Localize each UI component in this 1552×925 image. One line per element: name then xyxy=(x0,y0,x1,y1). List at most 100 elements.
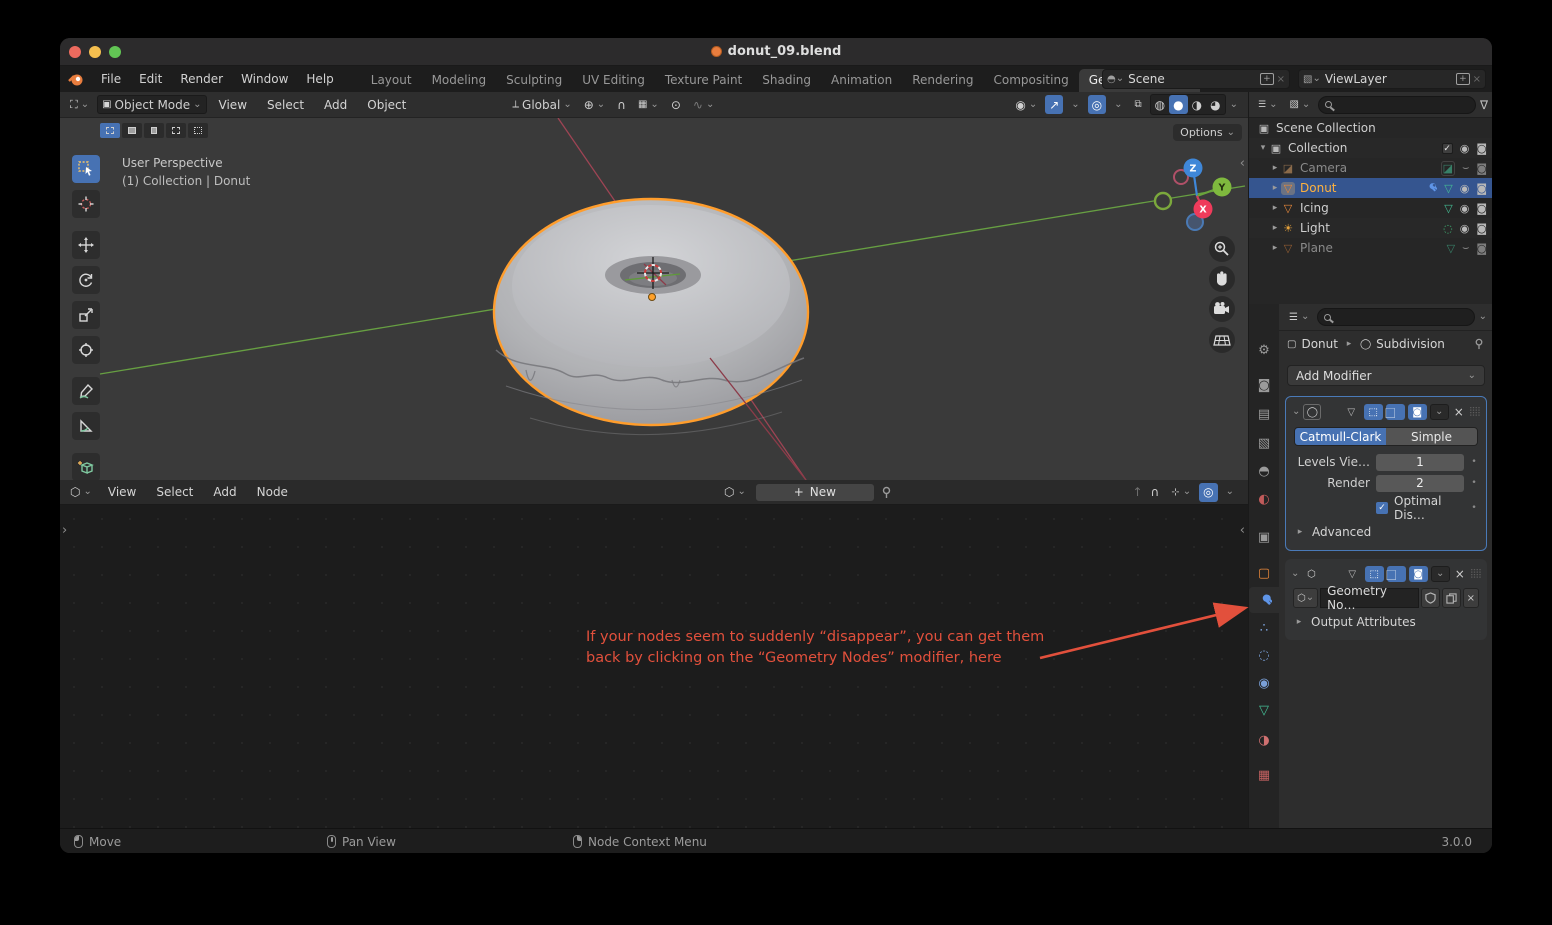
menu-render[interactable]: Render xyxy=(171,72,232,86)
filter-funnel-icon[interactable]: ∇ xyxy=(1480,98,1488,112)
tab-layout[interactable]: Layout xyxy=(361,69,422,92)
viewport-canvas[interactable]: Z Y X xyxy=(60,118,1248,480)
outliner-row-plane[interactable]: ▸ ▽ Plane ▽ ⌣ ◙ xyxy=(1249,238,1492,258)
animate-dot[interactable]: • xyxy=(1470,457,1478,467)
ne-menu-view[interactable]: View xyxy=(100,485,144,499)
geometry-node-editor[interactable]: ⬡ ⌄ View Select Add Node ⬡ ⌄ + xyxy=(60,480,1248,828)
disclosure-icon[interactable]: ▸ xyxy=(1269,243,1281,253)
render-visibility-icon[interactable]: ◙ xyxy=(1476,202,1487,215)
tab-render-properties[interactable]: ◙ xyxy=(1249,372,1279,398)
eye-icon[interactable]: ◉ xyxy=(1460,142,1470,155)
show-in-edit-mode-toggle[interactable]: ⬚ xyxy=(1365,566,1384,582)
tool-add-cube[interactable] xyxy=(72,453,100,480)
tab-modifier-properties[interactable] xyxy=(1249,587,1279,613)
node-tree-type-button[interactable]: ⬡ ⌄ xyxy=(720,483,750,502)
tab-texture-paint[interactable]: Texture Paint xyxy=(655,69,752,92)
shading-wireframe-button[interactable]: ◍ xyxy=(1151,95,1169,114)
tab-sculpting[interactable]: Sculpting xyxy=(496,69,572,92)
tab-tool-properties[interactable]: ⚙ xyxy=(1249,337,1279,363)
viewport-sidebar-toggle[interactable]: ‹ xyxy=(1240,156,1245,171)
outliner-filter-mode-button[interactable]: ☰ ⌄ xyxy=(1254,95,1281,114)
show-in-edit-mode-toggle[interactable]: ⬚ xyxy=(1364,404,1383,420)
drag-handle[interactable]: ⣿⣿ xyxy=(1470,569,1481,579)
disclosure-icon[interactable]: ▸ xyxy=(1269,183,1281,193)
gizmo-neg-y[interactable] xyxy=(1155,193,1171,209)
render-visibility-icon[interactable]: ◙ xyxy=(1476,242,1487,255)
pin-icon[interactable] xyxy=(880,486,893,499)
delete-viewlayer-icon[interactable]: × xyxy=(1473,74,1481,85)
output-attributes-subpanel[interactable]: ▸ Output Attributes xyxy=(1293,612,1479,632)
snap-toggle[interactable]: ∩ xyxy=(613,95,630,114)
disclosure-icon[interactable]: ▸ xyxy=(1269,203,1281,213)
new-copy-button[interactable] xyxy=(1442,588,1461,608)
new-node-group-button[interactable]: + New xyxy=(755,483,875,502)
unlink-node-group-button[interactable]: × xyxy=(1463,588,1479,608)
ne-overlays-toggle[interactable]: ◎ xyxy=(1199,483,1217,502)
gizmos-toggle[interactable]: ↗ xyxy=(1045,95,1063,114)
tool-cursor[interactable] xyxy=(72,190,100,218)
ne-overlays-dropdown[interactable]: ⌄ xyxy=(1222,483,1238,502)
show-in-viewport-toggle[interactable]: ⃞ xyxy=(1386,404,1405,420)
remove-modifier-button[interactable]: × xyxy=(1452,405,1466,419)
proportional-falloff-dropdown[interactable]: ∿ ⌄ xyxy=(689,95,718,114)
render-visibility-icon[interactable]: ◙ xyxy=(1476,222,1487,235)
shading-rendered-button[interactable]: ◕ xyxy=(1206,95,1224,114)
eye-icon[interactable]: ◉ xyxy=(1460,222,1470,235)
node-toolbar-toggle[interactable]: › xyxy=(62,523,67,538)
menu-window[interactable]: Window xyxy=(232,72,297,86)
outliner[interactable]: ☰ ⌄ ▧ ⌄ ∇ ▣ Scene C xyxy=(1249,92,1492,304)
drag-handle[interactable]: ⣿⣿ xyxy=(1469,407,1480,417)
tab-object-properties[interactable]: ▢ xyxy=(1249,560,1279,586)
viewlayer-selector[interactable]: ▧ ⌄ ViewLayer + × xyxy=(1298,69,1486,89)
menu-file[interactable]: File xyxy=(92,72,130,86)
show-in-render-toggle[interactable]: ◙ xyxy=(1408,404,1427,420)
shading-solid-button[interactable]: ● xyxy=(1169,95,1187,114)
tool-transform[interactable] xyxy=(72,336,100,364)
optimal-display-checkbox[interactable]: ✓ xyxy=(1376,502,1388,514)
viewlayer-name[interactable]: ViewLayer xyxy=(1321,72,1456,86)
outliner-display-mode-button[interactable]: ▧ ⌄ xyxy=(1285,95,1314,114)
render-visibility-icon[interactable]: ◙ xyxy=(1476,182,1487,195)
ne-snap-toggle[interactable]: ∩ xyxy=(1147,483,1164,502)
ne-menu-node[interactable]: Node xyxy=(249,485,296,499)
editor-type-button[interactable]: ☰ ⌄ xyxy=(1285,308,1313,327)
zoom-window-button[interactable] xyxy=(109,46,121,58)
proportional-editing-toggle[interactable]: ⊙ xyxy=(667,95,685,114)
select-mode-intersect[interactable] xyxy=(188,123,208,138)
tool-move[interactable] xyxy=(72,231,100,259)
tab-physics-properties[interactable]: ◌ xyxy=(1249,642,1279,668)
ne-menu-select[interactable]: Select xyxy=(148,485,201,499)
perspective-toggle-button[interactable] xyxy=(1209,327,1235,353)
transform-orientation-dropdown[interactable]: ⟂ Global ⌄ xyxy=(508,95,575,114)
editor-type-button[interactable]: ⬡ ⌄ xyxy=(66,483,96,502)
vp-menu-object[interactable]: Object xyxy=(359,98,414,112)
new-viewlayer-icon[interactable]: + xyxy=(1456,73,1470,85)
pivot-point-dropdown[interactable]: ⊕ ⌄ xyxy=(580,95,609,114)
eye-icon[interactable]: ◉ xyxy=(1460,182,1470,195)
visibility-dropdown[interactable]: ◉ ⌄ xyxy=(1011,95,1041,114)
camera-view-button[interactable] xyxy=(1209,296,1235,322)
menu-edit[interactable]: Edit xyxy=(130,72,171,86)
outliner-row-light[interactable]: ▸ ☀ Light ◌ ◉ ◙ xyxy=(1249,218,1492,238)
tab-material-properties[interactable]: ◑ xyxy=(1249,727,1279,753)
menu-help[interactable]: Help xyxy=(297,72,342,86)
tab-modeling[interactable]: Modeling xyxy=(422,69,497,92)
disclosure-icon[interactable]: ▸ xyxy=(1269,223,1281,233)
gizmos-dropdown[interactable]: ⌄ xyxy=(1067,95,1083,114)
advanced-subpanel[interactable]: ▸ Advanced xyxy=(1294,522,1478,542)
tab-view-layer-properties[interactable]: ▧ xyxy=(1249,430,1279,456)
donut-mesh[interactable] xyxy=(494,199,808,435)
properties-editor[interactable]: ⚙ ◙ ▤ ▧ ◓ ◐ ▣ ▢ xyxy=(1249,304,1492,828)
tab-animation[interactable]: Animation xyxy=(821,69,902,92)
tab-compositing[interactable]: Compositing xyxy=(983,69,1078,92)
modifier-extras-dropdown[interactable]: ⌄ xyxy=(1431,566,1450,582)
levels-viewport-field[interactable]: 1 xyxy=(1376,454,1464,471)
tab-texture-properties[interactable]: ▦ xyxy=(1249,762,1279,788)
collection-checkbox[interactable]: ✓ xyxy=(1442,143,1453,154)
tab-particle-properties[interactable]: ∴ xyxy=(1249,615,1279,641)
levels-render-field[interactable]: 2 xyxy=(1376,475,1464,492)
show-on-cage-toggle[interactable]: ▽ xyxy=(1343,566,1362,582)
add-modifier-dropdown[interactable]: Add Modifier ⌄ xyxy=(1287,365,1485,386)
node-group-name-field[interactable]: Geometry No… xyxy=(1320,588,1418,608)
remove-modifier-button[interactable]: × xyxy=(1453,567,1467,581)
